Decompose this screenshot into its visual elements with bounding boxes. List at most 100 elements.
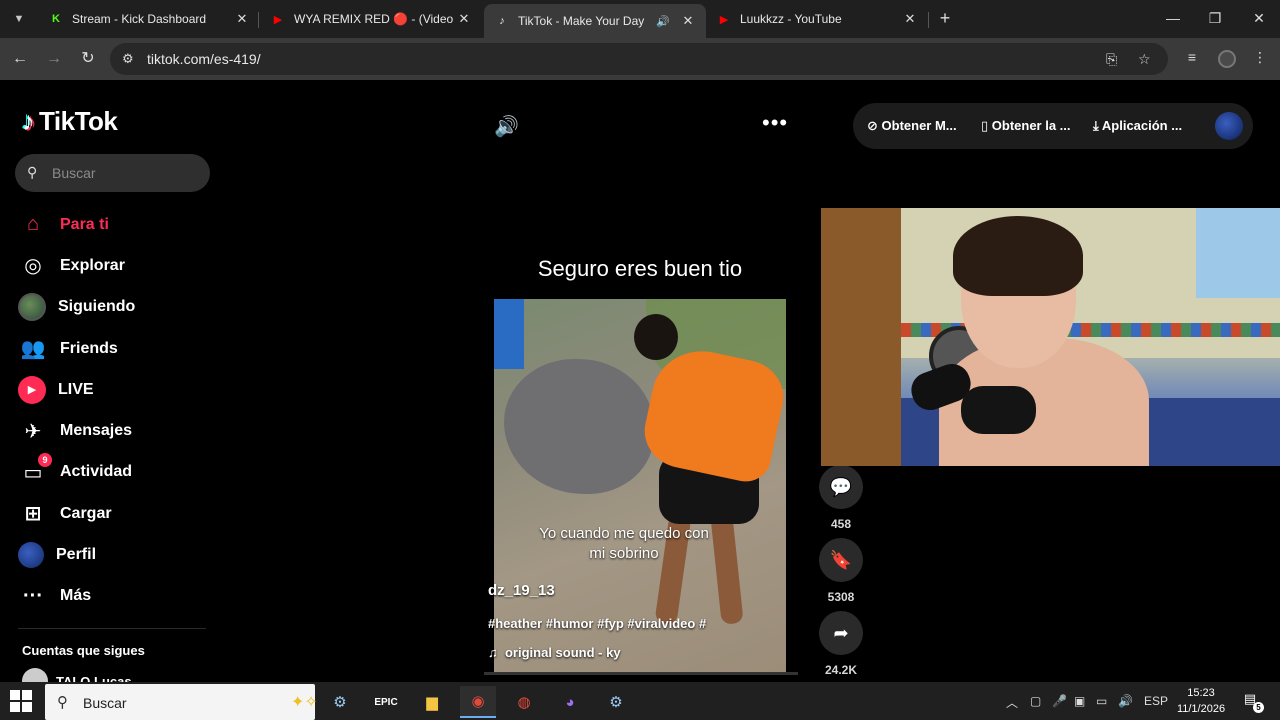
chrome-icon[interactable]: ◉ xyxy=(460,686,496,718)
close-icon[interactable]: ✕ xyxy=(456,11,472,27)
sidebar-menu: ⌂ Para ti ◎ Explorar Siguiendo 👥 Friends… xyxy=(18,204,218,617)
restore-button[interactable]: ❐ xyxy=(1200,6,1230,30)
desktop-app-label: Aplicación ... xyxy=(1101,118,1183,133)
install-app-icon[interactable]: ⎘ xyxy=(1106,51,1117,68)
share-button[interactable]: ➦ 24.2K xyxy=(819,611,863,677)
bookmark-button[interactable]: 🔖 5308 xyxy=(819,538,863,604)
sidebar-item-friends[interactable]: 👥 Friends xyxy=(18,328,218,369)
sidebar-item-siguiendo[interactable]: Siguiendo xyxy=(18,287,218,328)
sidebar-item-label: Mensajes xyxy=(60,422,133,440)
sidebar-item-label: Más xyxy=(60,587,92,605)
clock-time: 15:23 xyxy=(1187,687,1215,699)
logo-text: TikTok xyxy=(39,106,118,136)
tray-app-icon[interactable]: ▢ xyxy=(1030,694,1041,708)
sidebar-item-label: Cargar xyxy=(60,504,112,522)
comment-button[interactable]: 💬 458 xyxy=(819,465,863,531)
get-coins-label: Obtener M... xyxy=(881,118,957,133)
get-app-label: Obtener la ... xyxy=(991,118,1071,133)
top-actions-bar: ⊘ Obtener M... ▯ Obtener la ... ⤓ Aplica… xyxy=(853,103,1253,149)
following-account[interactable]: TALO Lucas xyxy=(22,668,132,682)
bookmark-icon: 🔖 xyxy=(819,538,863,582)
close-icon[interactable]: ✕ xyxy=(902,11,918,27)
sidebar-item-mas[interactable]: ··· Más xyxy=(18,576,218,617)
video-author[interactable]: dz_19_13 xyxy=(488,582,555,599)
windows-taskbar: ⚲ Buscar ✦✧ ⚙ EPIC ▆ ◉ ◍ ◕ ⚙ ︿ ▢ 🎤 ▣ ▭ 🔊… xyxy=(0,682,1280,720)
tab-title: WYA REMIX RED 🔴 - (Video O xyxy=(294,12,456,26)
sidebar-item-actividad[interactable]: ▭ 9 Actividad xyxy=(18,452,218,493)
sidebar-item-label: LIVE xyxy=(58,380,94,398)
tray-device-icon[interactable]: ▣ xyxy=(1074,694,1085,708)
video-sound[interactable]: ♫ original sound - ky xyxy=(488,645,621,660)
tab-search-chevron-icon[interactable]: ▼ xyxy=(8,8,30,30)
clock[interactable]: 15:23 11/1/2026 xyxy=(1176,685,1226,717)
minimize-button[interactable]: — xyxy=(1158,6,1188,30)
tab-tiktok[interactable]: ♪ TikTok - Make Your Day 🔊 ✕ xyxy=(484,4,706,38)
file-explorer-icon[interactable]: ▆ xyxy=(414,686,450,718)
clock-date: 11/1/2026 xyxy=(1176,703,1226,715)
back-button[interactable]: ← xyxy=(8,47,32,71)
desktop-app-button[interactable]: ⤓ Aplicación ... xyxy=(1093,118,1182,134)
url-text[interactable]: tiktok.com/es-419/ xyxy=(147,51,261,67)
chrome-menu-icon[interactable]: ⋮ xyxy=(1250,49,1270,66)
notification-count: 5 xyxy=(1253,702,1264,713)
upload-icon: ⊞ xyxy=(24,503,42,526)
more-options-icon[interactable]: ••• xyxy=(762,110,788,136)
get-app-button[interactable]: ▯ Obtener la ... xyxy=(981,118,1071,134)
reload-button[interactable]: ↻ xyxy=(76,47,100,71)
tiktok-page: ♪ TikTok ⚲ Buscar ⌂ Para ti ◎ Explorar S… xyxy=(0,80,1280,682)
tiktok-logo[interactable]: ♪ TikTok xyxy=(22,106,118,137)
tab-title: Luukkzz - YouTube xyxy=(740,12,842,26)
tab-youtube-luukkzz[interactable]: ▶ Luukkzz - YouTube ✕ xyxy=(706,4,928,34)
volume-tray-icon[interactable]: 🔊 xyxy=(1118,694,1133,708)
window-close-button[interactable]: ✕ xyxy=(1244,6,1274,30)
sidebar-item-para-ti[interactable]: ⌂ Para ti xyxy=(18,204,218,245)
tab-kick-dashboard[interactable]: K Stream - Kick Dashboard ✕ xyxy=(38,4,260,34)
bookmark-star-icon[interactable]: ☆ xyxy=(1138,51,1151,68)
sidebar-item-label: Explorar xyxy=(60,256,125,274)
taskbar-search-placeholder: Buscar xyxy=(83,695,127,711)
search-input[interactable]: ⚲ Buscar xyxy=(15,154,210,192)
messages-icon: ✈ xyxy=(24,420,42,443)
steam-icon[interactable]: ⚙ xyxy=(598,686,634,718)
taskbar-search-input[interactable]: ⚲ Buscar ✦✧ xyxy=(45,684,318,720)
browser-profile-avatar[interactable] xyxy=(1218,50,1236,68)
video-title: Seguro eres buen tio xyxy=(537,256,743,281)
sidebar-item-cargar[interactable]: ⊞ Cargar xyxy=(18,493,218,534)
address-bar[interactable]: ⚙ tiktok.com/es-419/ ⎘ ☆ xyxy=(110,43,1168,75)
close-icon[interactable]: ✕ xyxy=(234,11,250,27)
youtube-icon: ▶ xyxy=(719,13,729,26)
share-icon: ➦ xyxy=(819,611,863,655)
tray-chevron-icon[interactable]: ︿ xyxy=(1006,694,1018,711)
site-info-icon[interactable]: ⚙ xyxy=(122,51,134,67)
sidebar-item-mensajes[interactable]: ✈ Mensajes xyxy=(18,410,218,451)
tab-youtube-remix[interactable]: ▶ WYA REMIX RED 🔴 - (Video O ✕ xyxy=(260,4,482,34)
volume-icon[interactable]: 🔊 xyxy=(494,114,519,139)
more-icon: ··· xyxy=(23,584,43,607)
obs-icon[interactable]: ◍ xyxy=(506,686,542,718)
sidebar-item-live[interactable]: ▶ LIVE xyxy=(18,369,218,410)
avatar xyxy=(22,668,48,682)
video-progress-bar[interactable] xyxy=(484,672,798,675)
sidebar-item-perfil[interactable]: Perfil xyxy=(18,534,218,575)
video-hashtags[interactable]: #heather #humor #fyp #viralvideo # xyxy=(488,616,706,631)
activity-icon: ▭ 9 xyxy=(18,453,52,487)
steam-icon[interactable]: ⚙ xyxy=(322,686,358,718)
discord-icon[interactable]: ◕ xyxy=(552,686,588,718)
friends-icon: 👥 xyxy=(20,338,46,361)
notification-icon[interactable]: ▤ 5 xyxy=(1240,691,1264,713)
profile-avatar[interactable] xyxy=(1215,112,1243,140)
epic-games-icon[interactable]: EPIC xyxy=(368,686,404,718)
close-icon[interactable]: ✕ xyxy=(680,13,696,29)
live-icon: ▶ xyxy=(18,375,46,404)
language-indicator[interactable]: ESP xyxy=(1144,694,1168,708)
network-icon[interactable]: ▭ xyxy=(1096,694,1107,708)
reading-list-icon[interactable]: ≡ xyxy=(1182,49,1202,65)
new-tab-button[interactable]: + xyxy=(934,8,956,30)
get-coins-button[interactable]: ⊘ Obtener M... xyxy=(867,118,957,134)
windows-start-icon[interactable] xyxy=(10,690,32,712)
sidebar-item-explorar[interactable]: ◎ Explorar xyxy=(18,245,218,286)
forward-button[interactable]: → xyxy=(42,47,66,71)
sidebar-item-label: Siguiendo xyxy=(58,298,136,316)
speaker-icon[interactable]: 🔊 xyxy=(656,15,670,28)
microphone-icon[interactable]: 🎤 xyxy=(1052,694,1067,708)
